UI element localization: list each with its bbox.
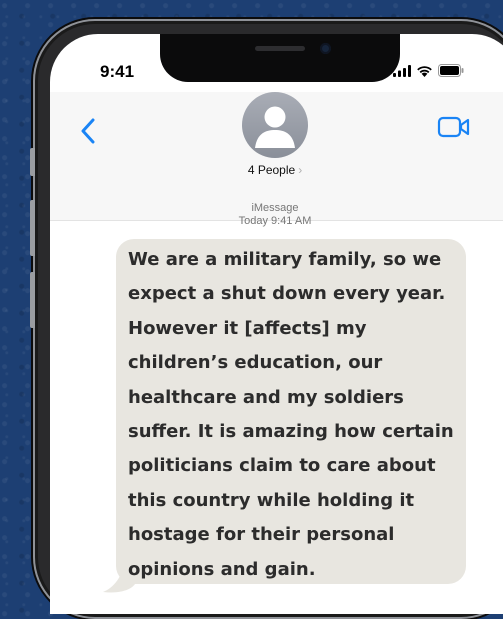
status-time: 9:41 bbox=[100, 62, 135, 81]
contact-name[interactable]: 4 People › bbox=[50, 163, 500, 177]
message-timestamp: Today 9:41 AM bbox=[238, 215, 312, 227]
front-camera bbox=[320, 43, 331, 54]
message-text: We are a military family, so we expect a… bbox=[128, 249, 454, 580]
silent-switch bbox=[30, 148, 35, 176]
notch bbox=[160, 34, 400, 82]
message-metadata: iMessage Today 9:41 AM bbox=[50, 202, 500, 228]
message-bubble[interactable]: We are a military family, so we expect a… bbox=[116, 239, 466, 584]
chevron-right-icon: › bbox=[298, 163, 303, 177]
group-avatar[interactable] bbox=[242, 92, 308, 158]
volume-up-button bbox=[30, 200, 35, 256]
wifi-icon bbox=[417, 65, 432, 77]
cellular-signal-icon bbox=[393, 64, 411, 77]
battery-icon bbox=[438, 64, 464, 77]
status-icons bbox=[393, 64, 464, 77]
service-label: iMessage bbox=[251, 202, 299, 214]
back-chevron-icon[interactable] bbox=[78, 116, 98, 146]
speaker-grille bbox=[255, 46, 305, 51]
person-silhouette-icon bbox=[255, 106, 295, 148]
video-call-icon[interactable] bbox=[437, 116, 471, 138]
volume-down-button bbox=[30, 272, 35, 328]
phone-screen: 9:41 4 People › iMessage Today 9:41 AM W… bbox=[50, 34, 503, 614]
contact-name-label: 4 People bbox=[247, 163, 296, 177]
